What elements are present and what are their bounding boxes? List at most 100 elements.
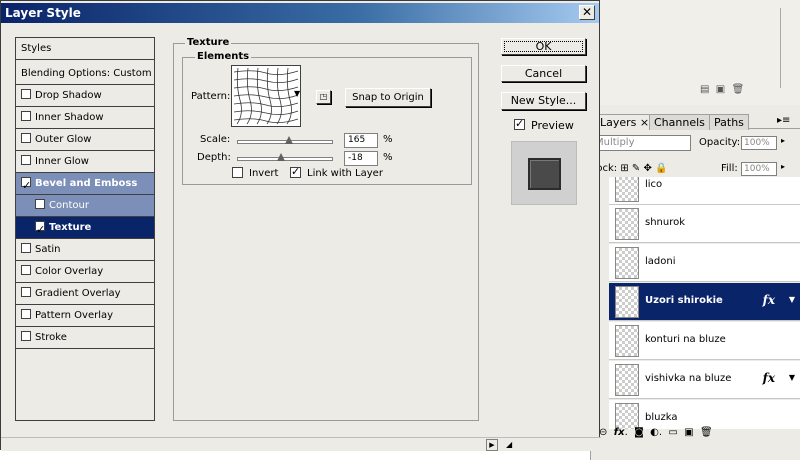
ok-button[interactable]: OK xyxy=(501,38,586,55)
style-checkbox[interactable] xyxy=(21,133,31,143)
scroll-right-arrow[interactable]: ▶ xyxy=(486,439,498,451)
style-item-satin[interactable]: Satin xyxy=(16,239,154,261)
layer-name: Uzori shirokie xyxy=(645,295,723,306)
style-item-bevel-and-emboss[interactable]: ✓ Bevel and Emboss xyxy=(16,173,154,195)
expand-effects-icon[interactable]: ▼ xyxy=(789,295,795,304)
resize-grip-icon[interactable]: ◢ xyxy=(506,440,516,450)
dialog-title: Layer Style xyxy=(5,6,81,20)
depth-unit: % xyxy=(383,152,393,163)
scale-input[interactable]: 165 xyxy=(344,133,378,148)
style-checkbox[interactable] xyxy=(21,89,31,99)
preview-label: Preview xyxy=(531,119,574,132)
style-item-stroke[interactable]: Stroke xyxy=(16,327,154,349)
style-item-label: Inner Shadow xyxy=(35,112,104,123)
top-panel-footer-icons: ▤ ▣ 🗑 xyxy=(700,84,745,95)
style-item-label: Drop Shadow xyxy=(35,90,102,101)
blend-mode-select[interactable]: Multiply xyxy=(591,135,691,151)
style-item-label: Pattern Overlay xyxy=(35,310,114,321)
elements-group xyxy=(182,57,472,185)
scrollbar-top-panel[interactable] xyxy=(780,8,790,88)
invert-label: Invert xyxy=(249,168,279,179)
expand-effects-icon[interactable]: ▼ xyxy=(789,373,795,382)
layer-thumbnail xyxy=(615,247,639,279)
layer-name: vishivka na bluze xyxy=(645,373,732,384)
style-checkbox[interactable] xyxy=(21,155,31,165)
close-button[interactable]: ✕ xyxy=(579,5,595,20)
scale-slider-thumb[interactable] xyxy=(285,136,293,144)
tab-layers-label: Layers xyxy=(600,116,637,129)
depth-slider-thumb[interactable] xyxy=(277,153,285,161)
style-item-gradient-overlay[interactable]: Gradient Overlay xyxy=(16,283,154,305)
styles-header[interactable]: Styles xyxy=(16,38,154,60)
style-checkbox[interactable] xyxy=(21,265,31,275)
depth-input[interactable]: -18 xyxy=(344,151,378,166)
tab-channels[interactable]: Channels xyxy=(649,114,710,130)
style-item-outer-glow[interactable]: Outer Glow xyxy=(16,129,154,151)
link-with-layer-checkbox[interactable]: ✓ xyxy=(290,165,301,178)
style-item-inner-glow[interactable]: Inner Glow xyxy=(16,151,154,173)
new-preset-icon[interactable]: ◳ xyxy=(316,90,331,104)
layer-row[interactable]: shnurok xyxy=(609,205,800,243)
invert-checkbox[interactable] xyxy=(232,167,243,178)
layers-panel-footer: ⊝ fx. ◙ ◐. ▭ ▣ 🗑 xyxy=(599,427,713,438)
snap-to-origin-button[interactable]: Snap to Origin xyxy=(345,88,431,107)
pattern-dropdown-arrow[interactable]: ▼ xyxy=(294,89,304,103)
opacity-field[interactable]: 100% xyxy=(741,136,777,150)
fill-field[interactable]: 100% xyxy=(741,162,777,176)
style-item-label: Inner Glow xyxy=(35,156,89,167)
layer-row[interactable]: bluzka xyxy=(609,400,800,429)
opacity-slider-arrow[interactable]: ▸ xyxy=(781,136,785,145)
tab-layers[interactable]: Layers × xyxy=(595,114,655,130)
depth-label: Depth: xyxy=(197,152,231,163)
tab-paths[interactable]: Paths xyxy=(709,114,749,130)
panel-menu-icon[interactable]: ▸≡ xyxy=(777,115,790,126)
layer-name: bluzka xyxy=(645,412,678,423)
style-checkbox[interactable] xyxy=(21,331,31,341)
layer-row[interactable]: konturi na bluze xyxy=(609,322,800,360)
layer-row[interactable]: vishivka na bluze fx ▼ xyxy=(609,361,800,399)
pattern-preview-graphic xyxy=(233,67,299,125)
layer-name: lico xyxy=(645,179,663,190)
style-item-label: Contour xyxy=(49,200,89,211)
layer-row[interactable]: Uzori shirokie fx ▼ xyxy=(609,283,800,321)
style-checkbox[interactable] xyxy=(21,111,31,121)
layer-thumbnail xyxy=(615,325,639,357)
pattern-swatch[interactable] xyxy=(231,65,301,127)
style-item-label: Bevel and Emboss xyxy=(35,178,138,189)
blending-options-item[interactable]: Blending Options: Custom xyxy=(16,63,154,85)
style-checkbox[interactable] xyxy=(35,199,45,209)
style-checkbox[interactable] xyxy=(21,287,31,297)
fx-icon[interactable]: fx xyxy=(763,293,775,307)
layer-row[interactable]: lico xyxy=(609,177,800,205)
style-item-label: Satin xyxy=(35,244,61,255)
depth-slider[interactable] xyxy=(237,157,333,161)
style-checkbox[interactable] xyxy=(21,243,31,253)
style-preview-swatch xyxy=(528,158,561,190)
style-item-drop-shadow[interactable]: Drop Shadow xyxy=(16,85,154,107)
style-checkbox[interactable] xyxy=(21,309,31,319)
layer-name: ladoni xyxy=(645,256,676,267)
cancel-button[interactable]: Cancel xyxy=(501,65,586,82)
style-item-inner-shadow[interactable]: Inner Shadow xyxy=(16,107,154,129)
layer-style-dialog: Layer Style ✕ Styles Blending Options: C… xyxy=(0,0,601,451)
style-item-pattern-overlay[interactable]: Pattern Overlay xyxy=(16,305,154,327)
layer-thumbnail xyxy=(615,364,639,396)
fill-slider-arrow[interactable]: ▸ xyxy=(781,162,785,171)
style-checkbox[interactable]: ✓ xyxy=(35,221,45,236)
style-item-label: Gradient Overlay xyxy=(35,288,121,299)
style-item-color-overlay[interactable]: Color Overlay xyxy=(16,261,154,283)
new-style-button[interactable]: New Style... xyxy=(501,92,586,110)
style-item-contour[interactable]: Contour xyxy=(16,195,154,217)
preview-checkbox[interactable]: ✓ xyxy=(514,117,525,130)
layer-row[interactable]: ladoni xyxy=(609,244,800,282)
layers-panel: Layers × Channels Paths ▸≡ Multiply Opac… xyxy=(590,105,800,460)
link-with-layer-label: Link with Layer xyxy=(307,168,383,179)
dialog-bottom-strip: ▶ ◢ xyxy=(1,437,601,451)
style-item-label: Texture xyxy=(49,222,92,233)
scale-unit: % xyxy=(383,134,393,145)
title-bar[interactable]: Layer Style ✕ xyxy=(1,3,599,23)
fx-icon[interactable]: fx xyxy=(763,371,775,385)
style-item-texture[interactable]: ✓ Texture xyxy=(16,217,154,239)
styles-list: Styles Blending Options: Custom Drop Sha… xyxy=(15,37,155,421)
style-checkbox[interactable]: ✓ xyxy=(21,177,31,192)
